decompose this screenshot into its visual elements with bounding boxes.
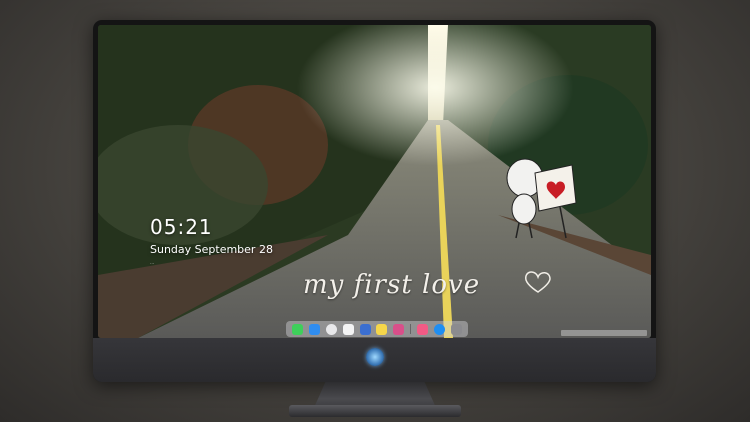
clock-date: Sunday September 28 xyxy=(150,243,273,256)
dock-separator xyxy=(410,324,412,334)
photos-icon[interactable] xyxy=(393,323,405,335)
lock-screen-clock: 05:21 Sunday September 28 ... xyxy=(150,215,273,266)
watermark xyxy=(561,330,647,336)
notes-icon[interactable] xyxy=(376,323,388,335)
wallpaper-caption: my first love xyxy=(303,270,481,300)
app-store-icon[interactable] xyxy=(434,323,446,335)
messages-icon[interactable] xyxy=(291,323,303,335)
monitor-stand-base xyxy=(289,405,461,417)
movie-icon[interactable] xyxy=(359,323,371,335)
monitor: 05:21 Sunday September 28 ... my first l… xyxy=(93,20,656,382)
finder-icon[interactable] xyxy=(308,323,320,335)
system-icon[interactable] xyxy=(451,323,463,335)
calendar-icon[interactable] xyxy=(342,323,354,335)
lock-notice: ... xyxy=(150,261,155,266)
dock xyxy=(286,321,468,337)
music-icon[interactable] xyxy=(417,323,429,335)
brand-logo-icon xyxy=(365,348,384,366)
desktop-screen: 05:21 Sunday September 28 ... my first l… xyxy=(98,25,651,338)
safari-icon[interactable] xyxy=(325,323,337,335)
monitor-chin xyxy=(93,338,656,382)
clock-time: 05:21 xyxy=(150,215,213,239)
